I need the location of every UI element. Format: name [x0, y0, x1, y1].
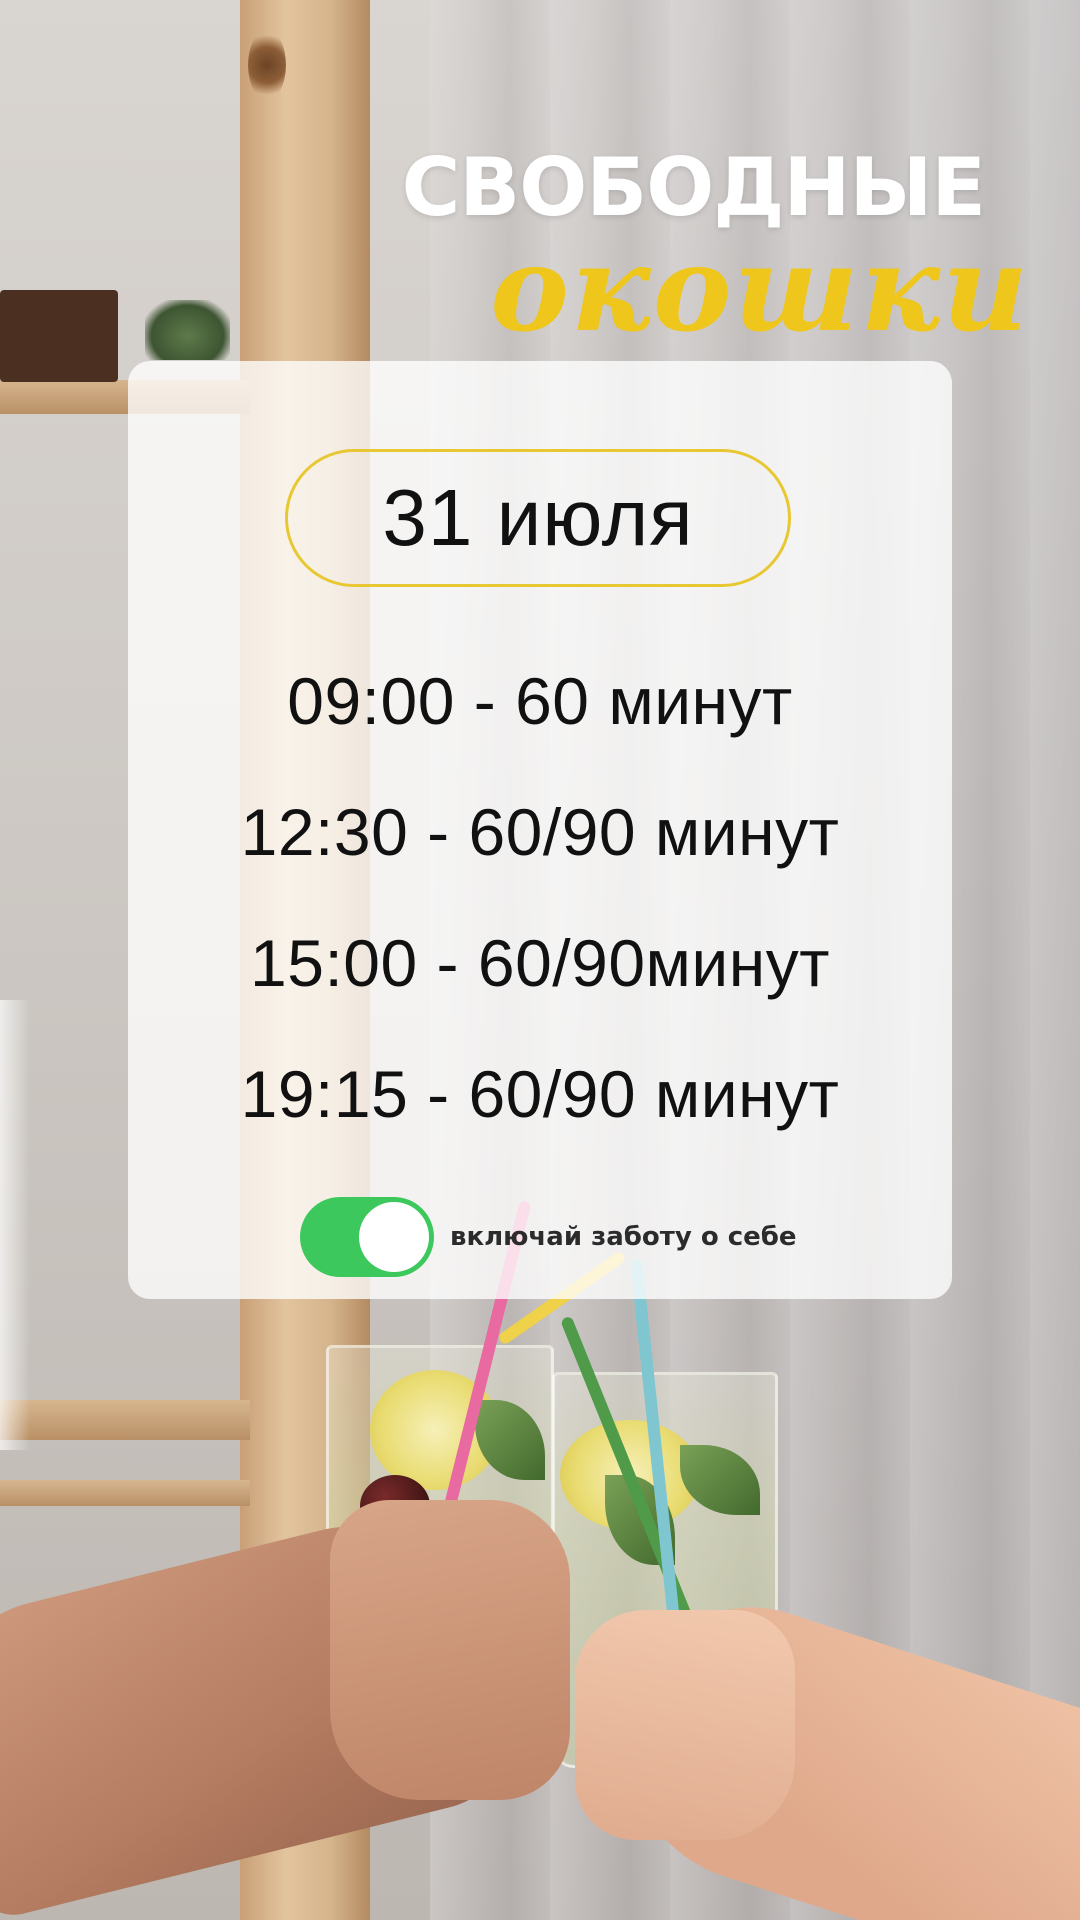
date-pill: 31 июля: [285, 449, 791, 587]
shelf: [0, 1400, 250, 1440]
time-slot-list: 09:00 - 60 минут 12:30 - 60/90 минут 15:…: [128, 656, 952, 1180]
time-slot: 19:15 - 60/90 минут: [240, 1057, 840, 1131]
time-slot: 09:00 - 60 минут: [287, 664, 793, 738]
self-care-toggle-row: включай заботу о себе: [300, 1197, 797, 1277]
right-hand: [575, 1610, 795, 1840]
toggle-label: включай заботу о себе: [450, 1222, 797, 1252]
title-line-1: СВОБОДНЫЕ: [401, 141, 986, 234]
time-slot: 15:00 - 60/90минут: [250, 926, 830, 1000]
left-hand: [330, 1500, 570, 1800]
shelf: [0, 1480, 250, 1506]
title-line-2: окошки: [490, 219, 1030, 358]
self-care-toggle[interactable]: [300, 1197, 434, 1277]
time-slot: 12:30 - 60/90 минут: [240, 795, 840, 869]
toggle-knob: [359, 1202, 429, 1272]
schedule-card: 31 июля 09:00 - 60 минут 12:30 - 60/90 м…: [128, 361, 952, 1299]
date-label: 31 июля: [382, 473, 694, 562]
story-canvas: СВОБОДНЫЕ окошки 31 июля 09:00 - 60 мину…: [0, 0, 1080, 1920]
